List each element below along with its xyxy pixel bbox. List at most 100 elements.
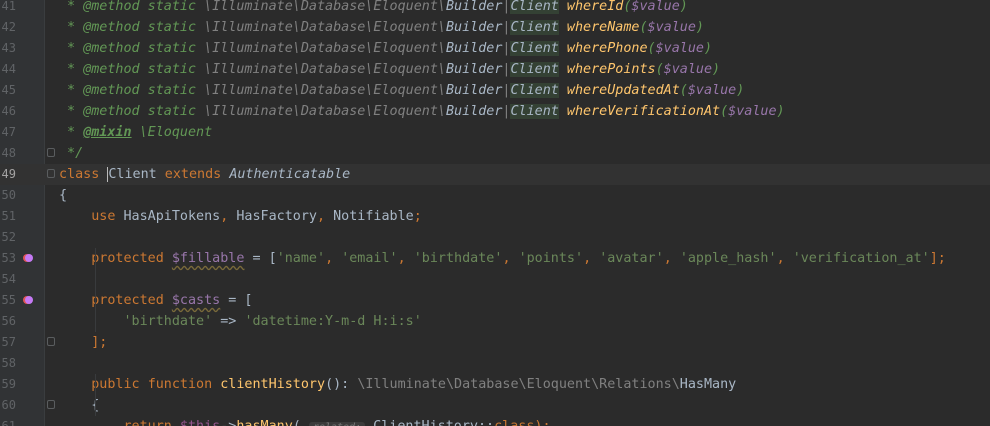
- code-token: static: [139, 41, 205, 56]
- code-token: $value: [631, 0, 680, 14]
- code-text: * @method static \Illuminate\Database\El…: [59, 38, 712, 59]
- code-editor[interactable]: 41 * @method static \Illuminate\Database…: [0, 0, 990, 426]
- code-token: 'name': [276, 251, 326, 266]
- code-text: ];: [59, 332, 107, 353]
- code-line[interactable]: 57 ];: [0, 332, 990, 353]
- code-token: Builder: [445, 83, 503, 98]
- line-number: 52: [1, 230, 16, 244]
- code-text: * @method static \Illuminate\Database\El…: [59, 101, 785, 122]
- fold-toggle-icon[interactable]: [47, 169, 55, 178]
- code-token: static: [139, 20, 205, 35]
- code-line[interactable]: 61 return $this->hasMany( related: Clien…: [0, 416, 990, 426]
- code-line[interactable]: 55 protected $casts = [: [0, 290, 990, 311]
- code-line[interactable]: 51 use HasApiTokens, HasFactory, Notifia…: [0, 206, 990, 227]
- code-token: = [: [244, 251, 277, 266]
- line-number: 43: [1, 41, 16, 55]
- code-token: *: [59, 125, 84, 140]
- code-token: 'email': [341, 251, 398, 266]
- code-token: *: [59, 83, 84, 98]
- code-line[interactable]: 47 * @mixin \Eloquent: [0, 122, 990, 143]
- line-number: 50: [1, 188, 16, 202]
- code-token: Client: [510, 20, 559, 35]
- code-line[interactable]: 50 {: [0, 185, 990, 206]
- code-token: @method: [83, 0, 140, 14]
- code-text: protected $fillable = ['name', 'email', …: [59, 248, 946, 269]
- code-token: \Illuminate\Database\Eloquent\: [204, 83, 446, 98]
- code-line[interactable]: 54: [0, 269, 990, 290]
- code-line[interactable]: 49 class Client extends Authenticatable: [0, 164, 990, 185]
- code-line[interactable]: 59 public function clientHistory(): \Ill…: [0, 374, 990, 395]
- code-token: ];: [91, 335, 108, 350]
- code-token: \Illuminate\Database\Eloquent\: [204, 20, 446, 35]
- code-text: protected $casts = [: [59, 290, 252, 311]
- code-token: @method: [83, 104, 140, 119]
- line-number: 61: [1, 419, 16, 426]
- code-line[interactable]: 43 * @method static \Illuminate\Database…: [0, 38, 990, 59]
- line-number: 59: [1, 377, 16, 391]
- code-token: protected: [91, 293, 172, 308]
- code-token: whereVerificationAt: [566, 104, 721, 119]
- override-marker-icon[interactable]: [25, 296, 33, 304]
- code-text: * @method static \Illuminate\Database\El…: [59, 0, 688, 17]
- code-line[interactable]: 60 {: [0, 395, 990, 416]
- code-token: static: [139, 62, 205, 77]
- code-token: =>: [212, 314, 245, 329]
- code-token: Client: [510, 62, 559, 77]
- line-number: 48: [1, 146, 16, 160]
- line-number: 45: [1, 83, 16, 97]
- code-token: hasMany: [236, 419, 292, 426]
- code-line[interactable]: 52: [0, 227, 990, 248]
- code-token: \Illuminate\Database\Eloquent\: [204, 41, 446, 56]
- code-token: ): [695, 20, 704, 35]
- code-token: );: [534, 419, 550, 426]
- code-text: {: [59, 185, 67, 206]
- code-token: HasApiTokens: [123, 209, 221, 224]
- code-token: Notifiable: [333, 209, 414, 224]
- code-line[interactable]: 53 protected $fillable = ['name', 'email…: [0, 248, 990, 269]
- code-token: (: [720, 104, 729, 119]
- code-line[interactable]: 45 * @method static \Illuminate\Database…: [0, 80, 990, 101]
- fold-toggle-icon[interactable]: [47, 148, 55, 157]
- code-token: static: [139, 104, 205, 119]
- code-token: \Eloquent: [131, 125, 213, 140]
- code-token: \Illuminate\Database\Eloquent\: [204, 62, 446, 77]
- code-token: Builder: [445, 62, 503, 77]
- fold-toggle-icon[interactable]: [47, 337, 55, 346]
- code-token: @mixin: [83, 125, 132, 140]
- code-text: * @method static \Illuminate\Database\El…: [59, 17, 704, 38]
- line-number: 46: [1, 104, 16, 118]
- code-token: extends: [156, 167, 230, 182]
- code-token: related:: [308, 422, 366, 426]
- code-line[interactable]: 48 */: [0, 143, 990, 164]
- indent-guide: [95, 374, 96, 416]
- code-line[interactable]: 42 * @method static \Illuminate\Database…: [0, 17, 990, 38]
- code-token: $value: [663, 62, 713, 77]
- code-token: whereId: [566, 0, 624, 14]
- code-token: ): [736, 83, 745, 98]
- code-line[interactable]: 58: [0, 353, 990, 374]
- code-token: @method: [83, 41, 140, 56]
- line-number: 51: [1, 209, 16, 223]
- code-token: ,: [325, 251, 342, 266]
- line-number: 54: [1, 272, 16, 286]
- code-line[interactable]: 46 * @method static \Illuminate\Database…: [0, 101, 990, 122]
- code-text: {: [59, 395, 99, 416]
- fold-toggle-icon[interactable]: [47, 400, 55, 409]
- code-line[interactable]: 44 * @method static \Illuminate\Database…: [0, 59, 990, 80]
- code-token: $value: [728, 104, 777, 119]
- code-text: */: [59, 143, 83, 164]
- code-token: (: [679, 83, 688, 98]
- code-token: HasMany: [679, 377, 737, 392]
- code-line[interactable]: 56 'birthdate' => 'datetime:Y-m-d H:i:s': [0, 311, 990, 332]
- code-token: (: [647, 41, 656, 56]
- code-token: \Illuminate\Database\Eloquent\Relations\: [357, 377, 680, 392]
- code-token: *: [59, 0, 84, 14]
- override-marker-icon[interactable]: [25, 254, 33, 262]
- code-line[interactable]: 41 * @method static \Illuminate\Database…: [0, 0, 990, 17]
- code-token: 'avatar': [599, 251, 664, 266]
- code-text: public function clientHistory(): \Illumi…: [59, 374, 736, 395]
